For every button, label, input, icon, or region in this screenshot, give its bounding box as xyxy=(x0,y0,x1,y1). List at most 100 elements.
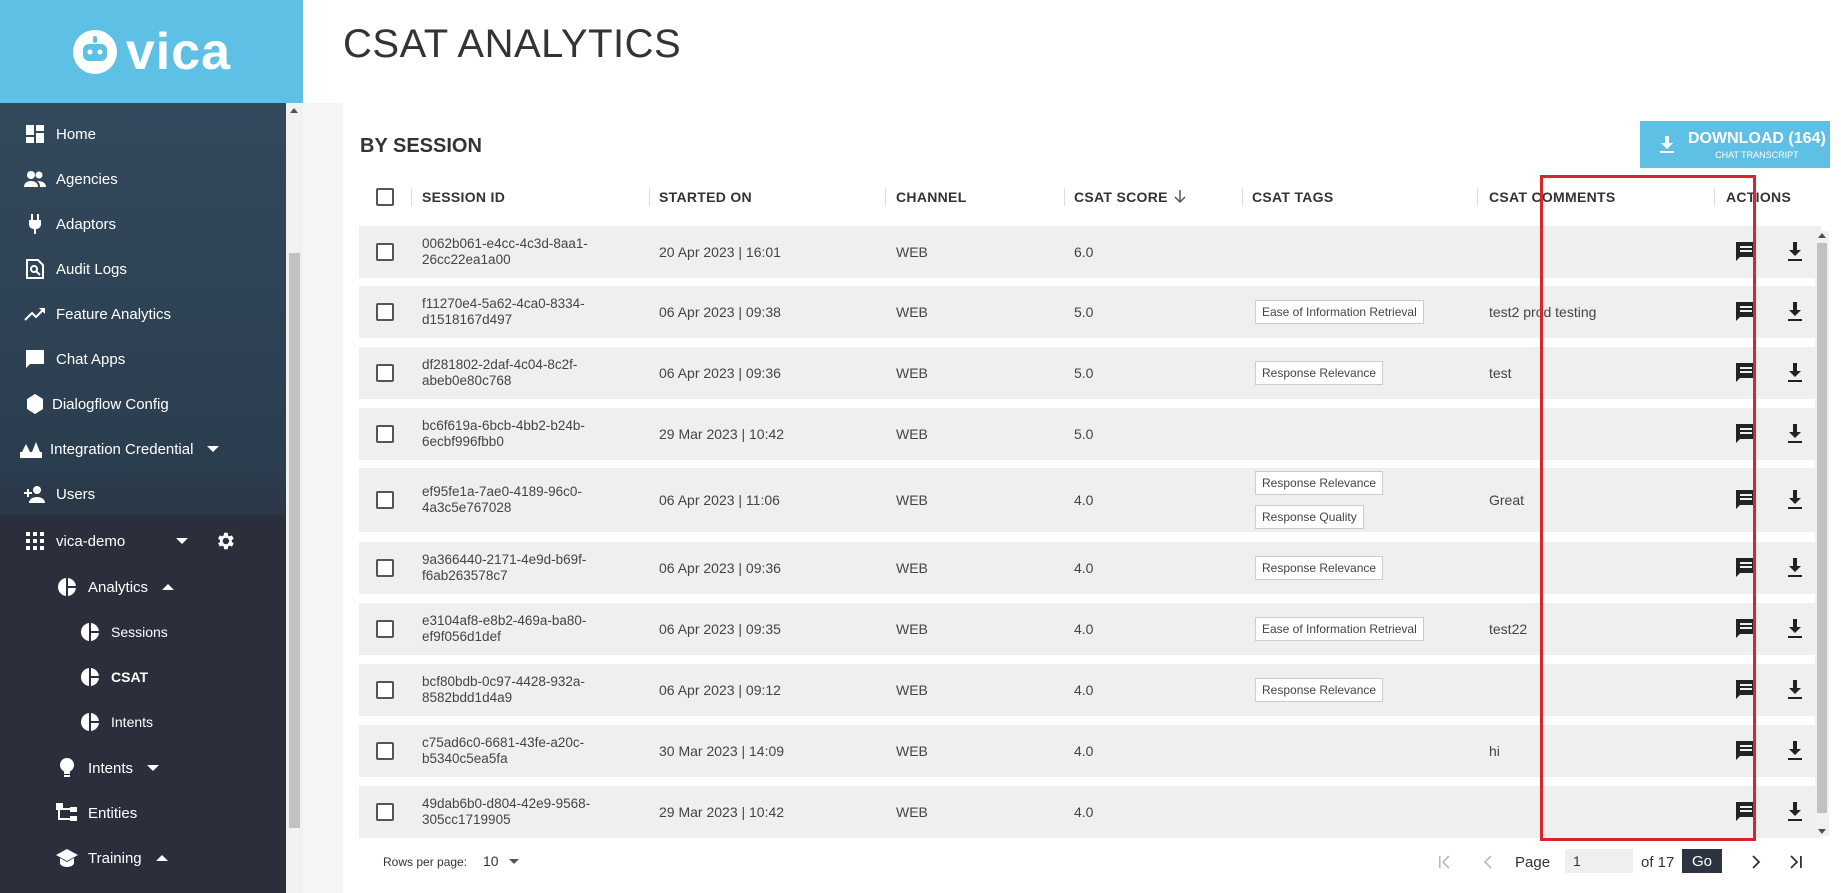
people-icon xyxy=(24,168,46,190)
scrollbar-thumb[interactable] xyxy=(1817,243,1827,813)
nav-item-csat[interactable]: CSAT xyxy=(0,659,286,695)
previous-page-icon[interactable] xyxy=(1476,850,1500,874)
started-on: 06 Apr 2023 | 09:36 xyxy=(659,365,781,381)
csat-comment: Great xyxy=(1489,492,1525,508)
first-page-icon[interactable] xyxy=(1433,850,1457,874)
download-row-icon[interactable] xyxy=(1782,487,1808,513)
nav-item-chat-apps[interactable]: Chat Apps xyxy=(0,341,286,377)
csat-score: 5.0 xyxy=(1074,365,1094,381)
nav-item-training[interactable]: Training xyxy=(0,840,286,876)
search-doc-icon xyxy=(24,258,46,280)
nav-item-home[interactable]: Home xyxy=(0,116,286,152)
col-csat-tags[interactable]: CSAT TAGS xyxy=(1252,176,1334,218)
logo[interactable]: vica xyxy=(0,0,303,103)
csat-tags-cell: Ease of Information Retrieval xyxy=(1255,286,1424,338)
csat-score: 4.0 xyxy=(1074,743,1094,759)
download-row-icon[interactable] xyxy=(1782,421,1808,447)
entities-tree-icon xyxy=(56,802,78,824)
project-section: vica-demo Analytics Sessions CSAT Intent… xyxy=(0,515,286,893)
col-session-id[interactable]: SESSION ID xyxy=(422,176,505,218)
started-on: 06 Apr 2023 | 09:36 xyxy=(659,560,781,576)
nav-item-adaptors[interactable]: Adaptors xyxy=(0,206,286,242)
page-number-input[interactable] xyxy=(1565,849,1633,873)
nav-item-dialogflow-config[interactable]: Dialogflow Config xyxy=(0,386,286,422)
session-id: df281802-2daf-4c04-8c2f-abeb0e80c768 xyxy=(422,357,578,388)
download-label: DOWNLOAD (164) xyxy=(1688,129,1826,147)
col-channel[interactable]: CHANNEL xyxy=(896,176,967,218)
scroll-up-arrow[interactable] xyxy=(1818,233,1826,238)
nav-item-feature-analytics[interactable]: Feature Analytics xyxy=(0,296,286,332)
pie-chart-icon xyxy=(79,621,101,643)
nav-item-analytics[interactable]: Analytics xyxy=(0,569,286,605)
started-on: 06 Apr 2023 | 09:35 xyxy=(659,621,781,637)
download-row-icon[interactable] xyxy=(1782,360,1808,386)
started-on: 30 Mar 2023 | 14:09 xyxy=(659,743,785,759)
plug-icon xyxy=(24,213,46,235)
select-all-checkbox[interactable] xyxy=(376,176,394,218)
scroll-up-arrow[interactable] xyxy=(290,108,298,113)
channel: WEB xyxy=(896,492,928,508)
csat-tags-cell: Response Relevance xyxy=(1255,347,1384,399)
download-row-icon[interactable] xyxy=(1782,616,1808,642)
nav-item-agencies[interactable]: Agencies xyxy=(0,161,286,197)
session-id: ef95fe1a-7ae0-4189-96c0-4a3c5e767028 xyxy=(422,484,582,515)
download-row-icon[interactable] xyxy=(1782,677,1808,703)
go-button[interactable]: Go xyxy=(1682,849,1722,873)
csat-score: 4.0 xyxy=(1074,682,1094,698)
channel: WEB xyxy=(896,682,928,698)
download-row-icon[interactable] xyxy=(1782,799,1808,825)
page-title: CSAT ANALYTICS xyxy=(343,22,682,66)
nav-item-analytics-intents[interactable]: Intents xyxy=(0,704,286,740)
next-page-icon[interactable] xyxy=(1744,850,1768,874)
started-on: 29 Mar 2023 | 10:42 xyxy=(659,426,785,442)
channel: WEB xyxy=(896,560,928,576)
download-row-icon[interactable] xyxy=(1782,239,1808,265)
scroll-down-arrow[interactable] xyxy=(1818,829,1826,834)
channel: WEB xyxy=(896,621,928,637)
lightbulb-icon xyxy=(56,757,78,779)
row-checkbox[interactable] xyxy=(376,725,394,777)
nav-item-audit-logs[interactable]: Audit Logs xyxy=(0,251,286,287)
nav-item-intents[interactable]: Intents xyxy=(0,750,286,786)
pie-chart-icon xyxy=(79,711,101,733)
csat-tag: Ease of Information Retrieval xyxy=(1255,617,1424,641)
csat-tag: Response Relevance xyxy=(1255,678,1384,702)
project-selector[interactable]: vica-demo xyxy=(0,523,286,559)
row-checkbox[interactable] xyxy=(376,347,394,399)
last-page-icon[interactable] xyxy=(1784,850,1808,874)
page-label: Page xyxy=(1515,854,1551,871)
row-checkbox[interactable] xyxy=(376,542,394,594)
nav-item-entities[interactable]: Entities xyxy=(0,795,286,831)
gear-icon[interactable] xyxy=(214,530,236,552)
download-row-icon[interactable] xyxy=(1782,555,1808,581)
row-checkbox[interactable] xyxy=(376,468,394,532)
chat-icon xyxy=(24,348,46,370)
nav-item-users[interactable]: Users xyxy=(0,476,286,512)
row-checkbox[interactable] xyxy=(376,786,394,838)
download-icon xyxy=(1660,135,1674,153)
csat-tags-cell: Response Relevance xyxy=(1255,664,1384,716)
table-scrollbar[interactable] xyxy=(1815,231,1829,836)
chevron-down-icon[interactable] xyxy=(176,538,188,544)
channel: WEB xyxy=(896,365,928,381)
nav-item-sessions[interactable]: Sessions xyxy=(0,614,286,650)
csat-comment: hi xyxy=(1489,743,1500,759)
row-checkbox[interactable] xyxy=(376,664,394,716)
scrollbar-thumb[interactable] xyxy=(289,253,300,828)
download-button[interactable]: DOWNLOAD (164) CHAT TRANSCRIPT xyxy=(1640,121,1830,168)
row-checkbox[interactable] xyxy=(376,226,394,278)
download-row-icon[interactable] xyxy=(1782,299,1808,325)
channel: WEB xyxy=(896,244,928,260)
nav-item-integration-credential[interactable]: Integration Credential xyxy=(0,431,286,467)
col-started-on[interactable]: STARTED ON xyxy=(659,176,752,218)
row-checkbox[interactable] xyxy=(376,286,394,338)
csat-score: 6.0 xyxy=(1074,244,1094,260)
row-checkbox[interactable] xyxy=(376,603,394,655)
col-csat-score[interactable]: CSAT SCORE xyxy=(1074,176,1186,218)
csat-tag: Response Relevance xyxy=(1255,471,1384,495)
download-row-icon[interactable] xyxy=(1782,738,1808,764)
csat-comment: test xyxy=(1489,365,1512,381)
sidebar-scrollbar[interactable] xyxy=(286,103,303,893)
csat-tag: Response Relevance xyxy=(1255,556,1384,580)
row-checkbox[interactable] xyxy=(376,408,394,460)
